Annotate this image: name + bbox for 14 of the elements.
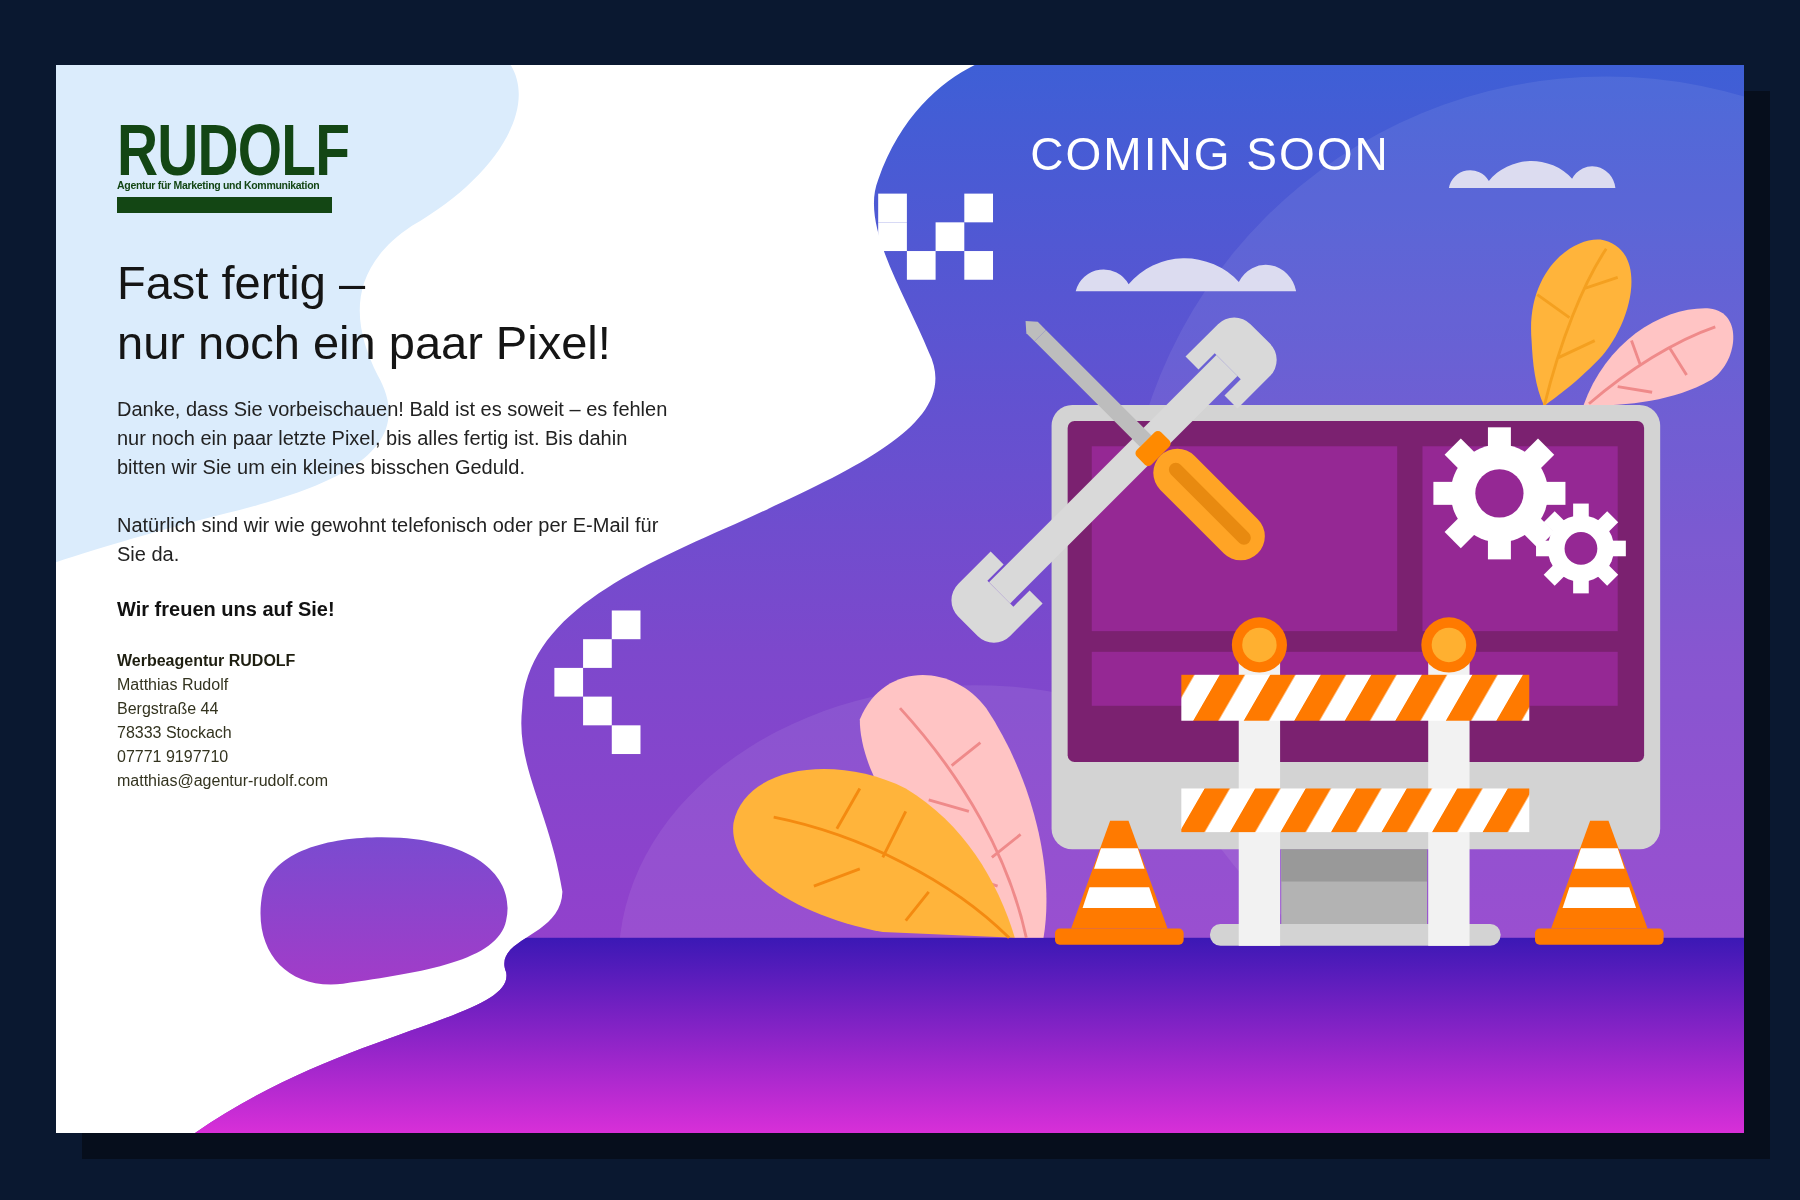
closing-text: Wir freuen uns auf Sie! <box>117 598 336 621</box>
company-name: Werbeagentur RUDOLF <box>117 651 296 671</box>
logo-tagline: Agentur für Marketing und Kommunikation <box>117 179 321 191</box>
contact-line: matthias@agentur-rudolf.com <box>117 771 328 791</box>
body-paragraph: Natürlich sind wir wie gewohnt telefonisch oder per E-Mail für Sie da. <box>117 513 660 567</box>
contact-line: 78333 Stockach <box>117 723 232 743</box>
cloud-icon <box>1075 258 1297 292</box>
contact-line: 07771 9197710 <box>117 747 229 767</box>
body-paragraph: Danke, dass Sie vorbeischauen! Bald ist es soweit – es fehlen nur noch ein paar letzte Pixel, bis alles fertig ist. Bis dahin bitten wir Sie um ein kleines bisschen Geduld. <box>117 397 669 480</box>
headline: Fast fertig – nur noch ein paar Pixel! <box>117 255 612 371</box>
cloud-icon <box>1448 161 1616 188</box>
coming-soon-title: COMING SOON <box>1030 127 1390 181</box>
contact-line: Bergstraße 44 <box>117 699 219 719</box>
contact-line: Matthias Rudolf <box>117 675 229 695</box>
